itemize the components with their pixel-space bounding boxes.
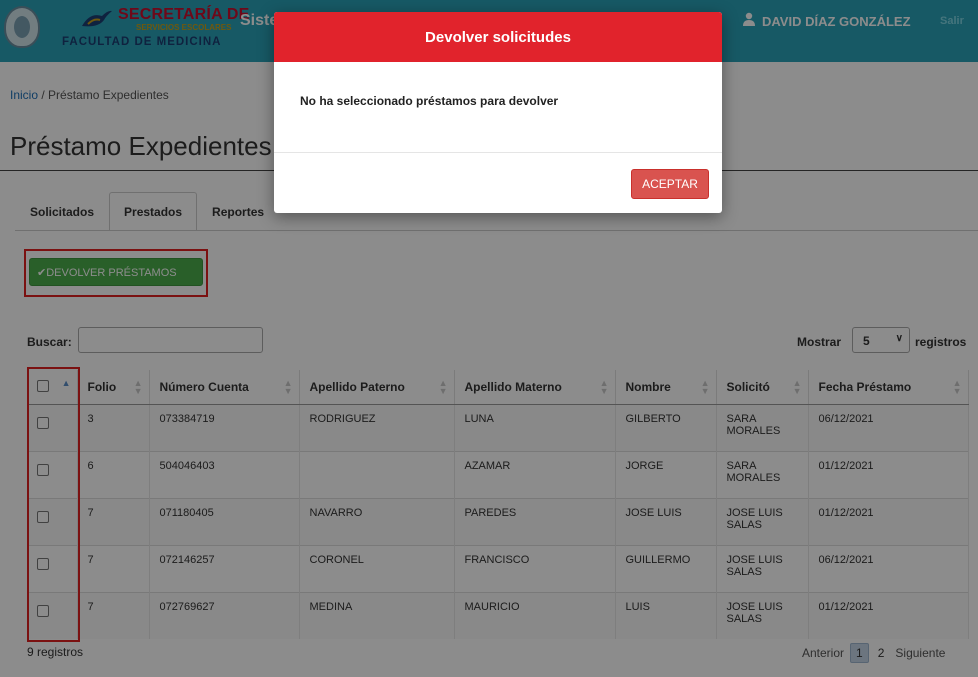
dialog-message: No ha seleccionado préstamos para devolv… [274,62,722,153]
dialog-title: Devolver solicitudes [274,12,722,62]
accept-button[interactable]: ACEPTAR [631,169,709,199]
return-requests-dialog: Devolver solicitudes No ha seleccionado … [274,12,722,213]
